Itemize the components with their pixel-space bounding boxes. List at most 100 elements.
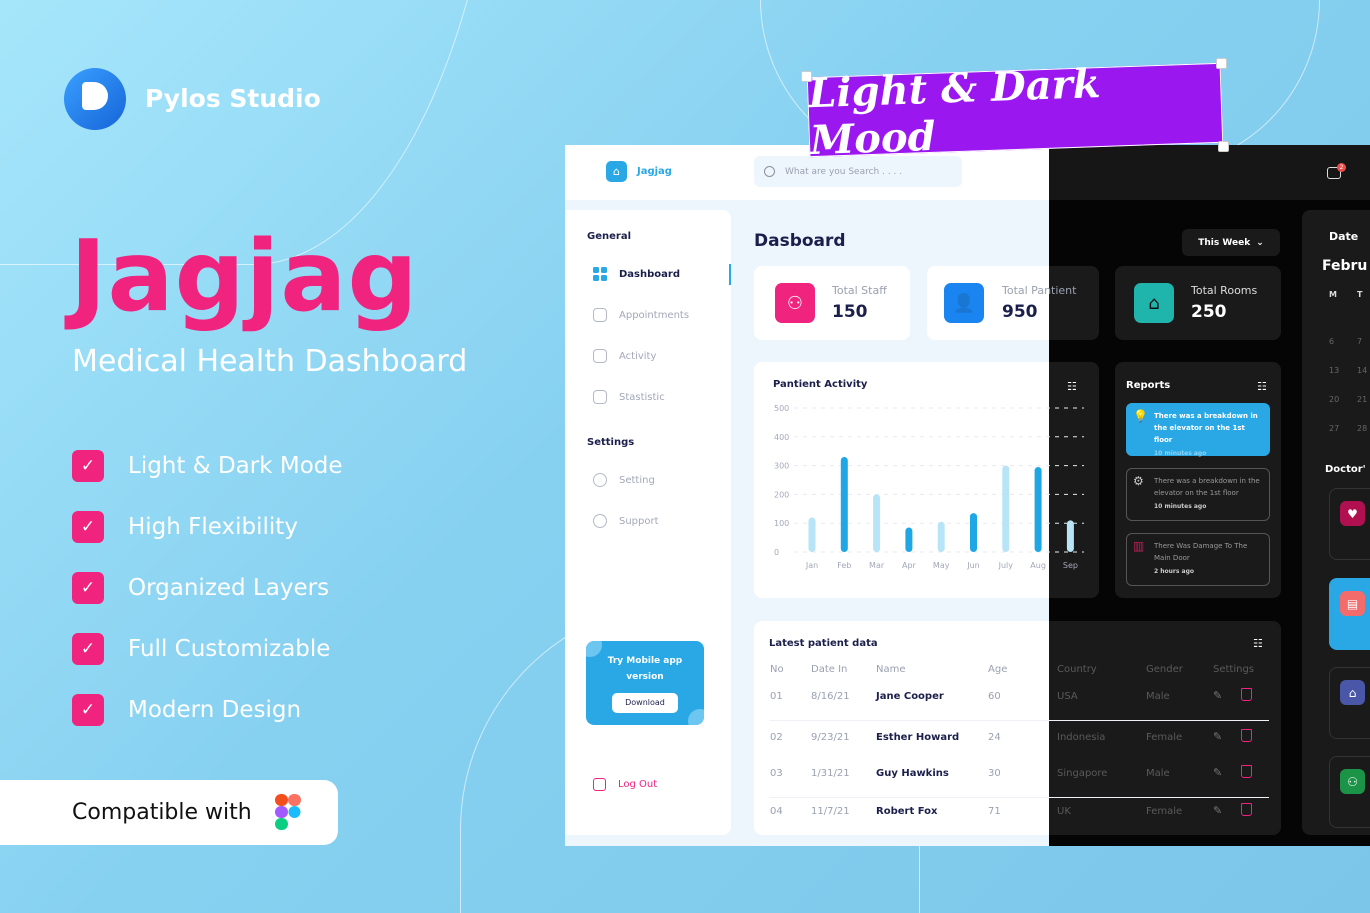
row-divider: [769, 761, 1269, 762]
x-tick-label: Feb: [837, 561, 851, 570]
users-icon: ⚇: [1340, 769, 1365, 794]
home-icon: ⌂: [1340, 680, 1365, 705]
edit-icon[interactable]: ✎: [1213, 804, 1222, 817]
weekday-label: T: [1357, 290, 1363, 299]
stat-value: 250: [1191, 302, 1227, 322]
x-tick-label: Apr: [902, 561, 917, 570]
period-select[interactable]: This Week ⌄: [1182, 229, 1280, 256]
edit-icon[interactable]: ✎: [1213, 730, 1222, 743]
bar[interactable]: [1002, 465, 1010, 552]
report-text: There Was Damage To The Main Door: [1154, 542, 1248, 562]
doctor-card[interactable]: ⌂: [1329, 667, 1370, 739]
bar[interactable]: [808, 517, 816, 552]
search-icon: [764, 166, 775, 177]
bar[interactable]: [937, 521, 945, 552]
feature-label: Light & Dark Mode: [128, 453, 343, 479]
download-button[interactable]: Download: [612, 693, 678, 713]
delete-icon[interactable]: [1241, 688, 1252, 701]
edit-icon[interactable]: ✎: [1213, 689, 1222, 702]
bar[interactable]: [970, 513, 977, 552]
delete-icon[interactable]: [1241, 803, 1252, 816]
table-cell: Female: [1146, 732, 1183, 743]
selection-handle: [1216, 58, 1227, 69]
calendar-day[interactable]: 21: [1357, 395, 1367, 404]
sidebar-item-appointments[interactable]: Appointments: [593, 308, 689, 322]
report-item[interactable]: ▥ There Was Damage To The Main Door 2 hour…: [1126, 533, 1270, 586]
bar[interactable]: [1066, 520, 1074, 552]
filter-icon[interactable]: ☷: [1067, 380, 1077, 393]
document-icon: [593, 308, 607, 322]
sidebar-item-support[interactable]: Support: [593, 514, 659, 528]
report-text: There was a breakdown in the elevator on…: [1154, 477, 1260, 497]
gear-icon: ⚙: [1133, 474, 1144, 488]
logout-button[interactable]: Log Out: [593, 778, 657, 791]
users-icon: [593, 514, 607, 528]
x-tick-label: Jan: [805, 561, 818, 570]
report-time: 2 hours ago: [1154, 568, 1195, 575]
edit-icon[interactable]: ✎: [1213, 766, 1222, 779]
y-tick-label: 100: [774, 519, 789, 528]
staff-icon: ⚇: [775, 283, 815, 323]
weekday-label: M: [1329, 290, 1337, 299]
compatible-label: Compatible with: [72, 800, 252, 825]
bar[interactable]: [873, 494, 881, 552]
sidebar-item-dashboard[interactable]: Dashboard: [593, 267, 680, 281]
table-cell: Male: [1146, 768, 1170, 779]
calendar-day[interactable]: 6: [1329, 337, 1334, 346]
sidebar-item-stastistic[interactable]: Stastistic: [593, 390, 665, 404]
x-tick-label: Mar: [869, 561, 885, 570]
table-cell: 24: [988, 732, 1001, 743]
sidebar-item-activity[interactable]: Activity: [593, 349, 656, 363]
filter-icon[interactable]: ☷: [1253, 637, 1263, 650]
bar[interactable]: [1034, 467, 1042, 552]
calendar-day[interactable]: 14: [1357, 366, 1367, 375]
checkbox-checked-icon: ✓: [72, 572, 104, 604]
sidebar-item-setting[interactable]: Setting: [593, 473, 655, 487]
light-dark-banner: Light & Dark Mood: [806, 60, 1224, 164]
table-cell: Jane Cooper: [876, 691, 944, 702]
report-time: 10 minutes ago: [1154, 450, 1207, 457]
app-logo-text: Jagjag: [637, 166, 672, 177]
sidebar-item-label: Stastistic: [619, 391, 665, 403]
report-item[interactable]: 💡 There was a breakdown in the elevator o…: [1126, 403, 1270, 457]
heart-icon: ♥: [1340, 501, 1365, 526]
sidebar-item-label: Appointments: [619, 309, 690, 321]
calendar-day[interactable]: 7: [1357, 337, 1362, 346]
patient-icon: 👤: [944, 283, 984, 323]
table-cell: 30: [988, 768, 1001, 779]
delete-icon[interactable]: [1241, 729, 1252, 742]
feature-label: Organized Layers: [128, 575, 330, 601]
sidebar-item-label: Setting: [619, 474, 655, 486]
feature-item: ✓ Full Customizable: [72, 633, 330, 665]
checkbox-checked-icon: ✓: [72, 694, 104, 726]
column-header: Country: [1057, 664, 1097, 675]
calendar-day[interactable]: 13: [1329, 366, 1339, 375]
delete-icon[interactable]: [1241, 765, 1252, 778]
bar[interactable]: [905, 527, 913, 552]
selection-handle: [1218, 141, 1229, 152]
filter-icon[interactable]: ☷: [1257, 380, 1267, 393]
report-item[interactable]: ⚙ There was a breakdown in the elevator o…: [1126, 468, 1270, 521]
calendar-day[interactable]: 20: [1329, 395, 1339, 404]
doctor-card[interactable]: ⚇: [1329, 756, 1370, 828]
column-header: No: [770, 664, 784, 675]
doctor-card[interactable]: ▤: [1329, 578, 1370, 650]
bar-chart-icon: [593, 390, 607, 404]
doctors-title: Doctor': [1325, 464, 1366, 475]
bar[interactable]: [840, 456, 848, 552]
table-cell: 01: [770, 691, 783, 702]
selection-handle: [801, 71, 812, 82]
table-cell: Guy Hawkins: [876, 768, 949, 779]
checkbox-checked-icon: ✓: [72, 633, 104, 665]
doctor-card[interactable]: ♥: [1329, 488, 1370, 560]
pie-chart-icon: [593, 349, 607, 363]
table-cell: 02: [770, 732, 783, 743]
notification-badge: 2: [1337, 163, 1346, 172]
document-icon: ▤: [1340, 591, 1365, 616]
active-indicator: [729, 264, 731, 285]
table-title: Latest patient data: [769, 638, 878, 649]
page-title: Dasboard: [754, 231, 846, 251]
calendar-day[interactable]: 28: [1357, 424, 1367, 433]
calendar-day[interactable]: 27: [1329, 424, 1339, 433]
checkbox-checked-icon: ✓: [72, 450, 104, 482]
